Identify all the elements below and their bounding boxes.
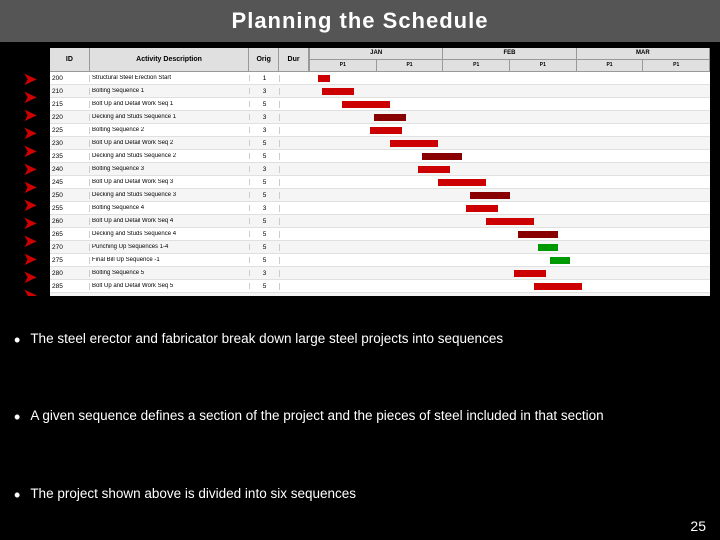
title-bar: Planning the Schedule bbox=[0, 0, 720, 42]
table-row: 255 Bolting Sequence 4 3 bbox=[50, 202, 710, 215]
table-row: 225 Bolting Sequence 2 3 bbox=[50, 124, 710, 137]
bullet-item-1: • The steel erector and fabricator break… bbox=[10, 328, 710, 354]
gantt-header: ID Activity Description Orig Dur bbox=[50, 48, 710, 72]
header-dur: Dur bbox=[279, 48, 309, 71]
page: Planning the Schedule ➤ ➤ ➤ ➤ ➤ ➤ ➤ ➤ ➤ … bbox=[0, 0, 720, 540]
bullet-dot-1: • bbox=[14, 330, 20, 352]
arrow-5: ➤ bbox=[22, 142, 37, 160]
bullet-item-3: • The project shown above is divided int… bbox=[10, 483, 710, 509]
bullet-item-2: • A given sequence defines a section of … bbox=[10, 405, 710, 431]
table-row: 215 Bolt Up and Detail Work Seq 1 5 bbox=[50, 98, 710, 111]
week-6: P1 bbox=[643, 60, 710, 71]
week-4: P1 bbox=[510, 60, 577, 71]
gantt-timeline-bottom: P1 P1 P1 P1 P1 P1 bbox=[310, 60, 710, 71]
week-5: P1 bbox=[577, 60, 644, 71]
table-row: 265 Decking and Studs Sequence 4 5 bbox=[50, 228, 710, 241]
bullets-section: • The steel erector and fabricator break… bbox=[10, 296, 710, 536]
table-row: 235 Decking and Studs Sequence 2 5 bbox=[50, 150, 710, 163]
gantt-table: ID Activity Description Orig Dur bbox=[50, 48, 710, 296]
arrow-11: ➤ bbox=[22, 250, 37, 268]
table-row: 260 Bolt Up and Detail Work Seq 4 5 bbox=[50, 215, 710, 228]
arrow-2: ➤ bbox=[22, 88, 37, 106]
table-row: 220 Decking and Studs Sequence 1 3 bbox=[50, 111, 710, 124]
gantt-area: ➤ ➤ ➤ ➤ ➤ ➤ ➤ ➤ ➤ ➤ ➤ ➤ ➤ ➤ bbox=[10, 48, 710, 296]
arrow-13: ➤ bbox=[22, 286, 37, 296]
table-row: 290 Decking and Studs Sequence 5 3 bbox=[50, 293, 710, 296]
month-jan: JAN bbox=[310, 48, 443, 59]
arrow-12: ➤ bbox=[22, 268, 37, 286]
week-2: P1 bbox=[377, 60, 444, 71]
table-row: 210 Bolting Sequence 1 3 bbox=[50, 85, 710, 98]
arrow-4: ➤ bbox=[22, 124, 37, 142]
table-row: 285 Bolt Up and Detail Work Seq 5 5 bbox=[50, 280, 710, 293]
bullet-dot-2: • bbox=[14, 407, 20, 429]
page-title: Planning the Schedule bbox=[232, 8, 489, 33]
gantt-header-left: ID Activity Description Orig Dur bbox=[50, 48, 310, 71]
main-content: ➤ ➤ ➤ ➤ ➤ ➤ ➤ ➤ ➤ ➤ ➤ ➤ ➤ ➤ bbox=[0, 42, 720, 540]
table-row: 200 Structural Steel Erection Start 1 bbox=[50, 72, 710, 85]
table-row: 250 Decking and Studs Sequence 3 5 bbox=[50, 189, 710, 202]
week-3: P1 bbox=[443, 60, 510, 71]
bullet-dot-3: • bbox=[14, 485, 20, 507]
gantt-rows: 200 Structural Steel Erection Start 1 21… bbox=[50, 72, 710, 296]
table-row: 275 Final Bill Up Sequence -1 5 bbox=[50, 254, 710, 267]
table-row: 270 Punching Up Sequences 1-4 5 bbox=[50, 241, 710, 254]
arrow-8: ➤ bbox=[22, 196, 37, 214]
page-number: 25 bbox=[690, 518, 706, 534]
bullet-text-3: The project shown above is divided into … bbox=[30, 485, 706, 504]
arrow-9: ➤ bbox=[22, 214, 37, 232]
arrow-6: ➤ bbox=[22, 160, 37, 178]
gantt-header-right: JAN FEB MAR P1 P1 P1 P1 P1 P1 bbox=[310, 48, 710, 71]
table-row: 240 Bolting Sequence 3 3 bbox=[50, 163, 710, 176]
arrow-7: ➤ bbox=[22, 178, 37, 196]
week-1: P1 bbox=[310, 60, 377, 71]
bullet-text-2: A given sequence defines a section of th… bbox=[30, 407, 706, 426]
bullet-text-1: The steel erector and fabricator break d… bbox=[30, 330, 706, 349]
arrow-3: ➤ bbox=[22, 106, 37, 124]
month-mar: MAR bbox=[577, 48, 710, 59]
header-id: ID bbox=[50, 48, 90, 71]
table-row: 245 Bolt Up and Detail Work Seq 3 5 bbox=[50, 176, 710, 189]
arrow-1: ➤ bbox=[22, 70, 37, 88]
month-feb: FEB bbox=[443, 48, 576, 59]
table-row: 230 Bolt Up and Detail Work Seq 2 5 bbox=[50, 137, 710, 150]
table-row: 280 Bolting Sequence 5 3 bbox=[50, 267, 710, 280]
header-orig: Orig bbox=[249, 48, 279, 71]
gantt-timeline-top: JAN FEB MAR bbox=[310, 48, 710, 60]
arrows-column: ➤ ➤ ➤ ➤ ➤ ➤ ➤ ➤ ➤ ➤ ➤ ➤ ➤ ➤ bbox=[10, 48, 50, 296]
arrow-10: ➤ bbox=[22, 232, 37, 250]
header-desc: Activity Description bbox=[90, 48, 249, 71]
